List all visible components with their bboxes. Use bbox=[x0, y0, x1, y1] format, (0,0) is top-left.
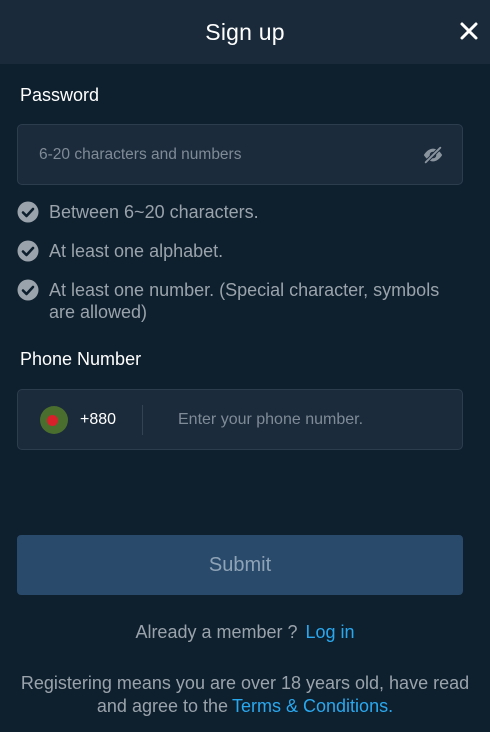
check-circle-icon bbox=[17, 201, 39, 223]
login-link[interactable]: Log in bbox=[306, 622, 355, 642]
password-rule-text: Between 6~20 characters. bbox=[49, 202, 259, 222]
terms-link[interactable]: Terms & Conditions. bbox=[232, 696, 393, 716]
password-rule-length: Between 6~20 characters. bbox=[17, 201, 467, 223]
login-prompt: Already a member ? Log in bbox=[0, 622, 490, 643]
password-rule-number: At least one number. (Special character,… bbox=[17, 279, 467, 323]
check-circle-icon bbox=[17, 279, 39, 301]
password-rule-text: At least one number. (Special character,… bbox=[49, 280, 440, 322]
password-rule-alphabet: At least one alphabet. bbox=[17, 240, 467, 262]
phone-input[interactable] bbox=[178, 390, 448, 449]
field-divider bbox=[142, 405, 143, 435]
country-code[interactable]: +880 bbox=[80, 390, 116, 449]
phone-field: +880 bbox=[17, 389, 463, 450]
login-prompt-text: Already a member ? bbox=[135, 622, 298, 642]
phone-label: Phone Number bbox=[20, 349, 142, 369]
password-rule-text: At least one alphabet. bbox=[49, 241, 224, 261]
modal-header: Sign up bbox=[0, 0, 490, 64]
check-circle-icon bbox=[17, 240, 39, 262]
eye-off-icon[interactable] bbox=[422, 144, 444, 166]
submit-button[interactable]: Submit bbox=[17, 535, 463, 595]
password-label: Password bbox=[20, 85, 100, 105]
close-icon[interactable] bbox=[458, 20, 480, 42]
terms-notice: Registering means you are over 18 years … bbox=[0, 672, 490, 718]
bangladesh-flag-icon[interactable] bbox=[40, 406, 68, 434]
password-input[interactable] bbox=[39, 125, 409, 184]
modal-title: Sign up bbox=[205, 18, 285, 45]
password-field bbox=[17, 124, 463, 185]
